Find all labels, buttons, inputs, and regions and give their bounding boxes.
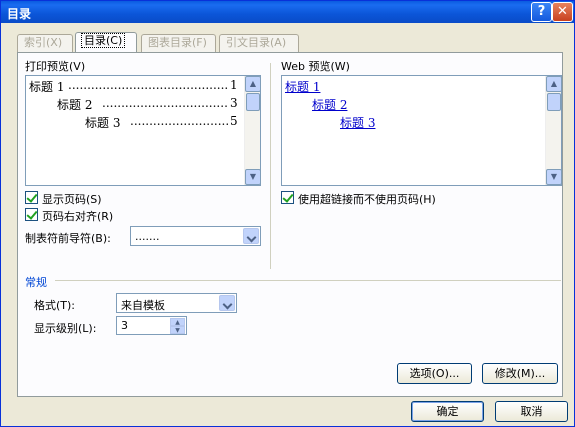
format-value: 来自模板 bbox=[121, 299, 165, 312]
help-button[interactable]: ? bbox=[531, 2, 552, 22]
print-preview-box: 标题 1 ...................................… bbox=[25, 75, 261, 186]
print-page-1: 1 bbox=[230, 78, 238, 92]
tab-toc-label: 目录(C) bbox=[80, 33, 126, 48]
scroll-down-button[interactable]: ▼ bbox=[245, 169, 261, 185]
print-entry-3: 标题 3 bbox=[85, 116, 121, 130]
tab-citations[interactable]: 引文目录(A) bbox=[219, 34, 299, 52]
print-page-2: 3 bbox=[230, 96, 238, 110]
leader-dots: ........................................… bbox=[102, 96, 228, 110]
print-preview-scrollbar[interactable]: ▲ ▼ bbox=[244, 76, 261, 185]
chevron-down-icon[interactable] bbox=[243, 228, 259, 244]
web-preview-box: 标题 1 标题 2 标题 3 ▲ ▼ bbox=[281, 75, 562, 186]
tab-leader-label: 制表符前导符(B): bbox=[25, 232, 111, 245]
use-hyperlinks-label: 使用超链接而不使用页码(H) bbox=[298, 193, 436, 206]
scroll-thumb[interactable] bbox=[547, 93, 561, 111]
show-page-numbers-label: 显示页码(S) bbox=[42, 193, 102, 206]
right-align-label: 页码右对齐(R) bbox=[42, 210, 114, 223]
modify-button[interactable]: 修改(M)... bbox=[482, 363, 558, 384]
show-page-numbers-checkbox[interactable] bbox=[25, 191, 38, 204]
stepper-down-icon[interactable]: ▼ bbox=[170, 326, 185, 334]
scroll-down-button[interactable]: ▼ bbox=[546, 169, 562, 185]
section-divider bbox=[55, 280, 561, 281]
web-entry-3[interactable]: 标题 3 bbox=[340, 114, 375, 131]
scroll-up-button[interactable]: ▲ bbox=[546, 76, 562, 92]
scroll-up-button[interactable]: ▲ bbox=[245, 76, 261, 92]
format-select[interactable]: 来自模板 bbox=[116, 293, 237, 313]
chevron-down-icon[interactable] bbox=[219, 295, 235, 311]
use-hyperlinks-checkbox[interactable] bbox=[281, 191, 294, 204]
web-preview-scrollbar[interactable]: ▲ ▼ bbox=[545, 76, 562, 185]
tab-toc[interactable]: 目录(C) bbox=[75, 32, 137, 53]
general-section-title: 常规 bbox=[25, 276, 47, 289]
close-button[interactable]: ✕ bbox=[552, 2, 573, 22]
format-label: 格式(T): bbox=[34, 299, 76, 312]
tab-index[interactable]: 索引(X) bbox=[17, 34, 73, 52]
dialog-title: 目录 bbox=[7, 7, 32, 21]
cancel-button[interactable]: 取消 bbox=[495, 401, 568, 422]
print-page-3: 5 bbox=[230, 114, 238, 128]
tab-leader-select[interactable]: ....... bbox=[130, 226, 261, 246]
right-align-checkbox[interactable] bbox=[25, 208, 38, 221]
print-entry-2: 标题 2 bbox=[57, 98, 93, 112]
stepper-up-icon[interactable]: ▲ bbox=[170, 318, 185, 326]
levels-value: 3 bbox=[121, 319, 128, 332]
web-entry-1[interactable]: 标题 1 bbox=[285, 78, 320, 95]
print-entry-1: 标题 1 bbox=[29, 80, 65, 94]
levels-stepper[interactable]: 3 ▲ ▼ bbox=[116, 316, 187, 335]
ok-button[interactable]: 确定 bbox=[411, 401, 484, 422]
tab-figures[interactable]: 图表目录(F) bbox=[141, 34, 216, 52]
column-divider bbox=[270, 63, 271, 269]
toc-dialog: 目录 ? ✕ 索引(X) 目录(C) 图表目录(F) 引文目录(A) 打印预览(… bbox=[0, 0, 575, 427]
options-button[interactable]: 选项(O)... bbox=[397, 363, 472, 384]
leader-dots: ........................................… bbox=[130, 114, 228, 128]
levels-label: 显示级别(L): bbox=[34, 322, 97, 335]
leader-dots: ........................................… bbox=[68, 78, 228, 92]
web-preview-label: Web 预览(W) bbox=[281, 60, 350, 73]
scroll-thumb[interactable] bbox=[246, 93, 260, 111]
title-bar: 目录 ? ✕ bbox=[1, 1, 574, 23]
tab-leader-value: ....... bbox=[135, 230, 160, 243]
print-preview-label: 打印预览(V) bbox=[25, 60, 86, 73]
web-entry-2[interactable]: 标题 2 bbox=[312, 96, 347, 113]
